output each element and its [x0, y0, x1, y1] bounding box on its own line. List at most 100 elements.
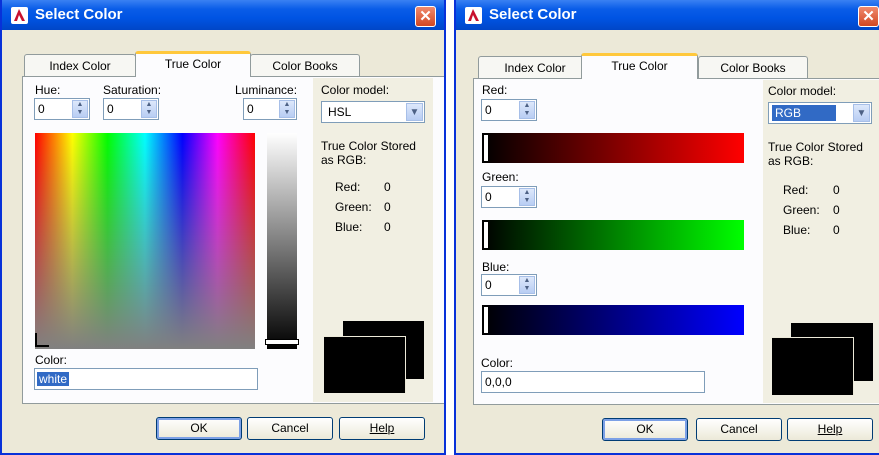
select-color-dialog-hsl: Select Color ✕ Index Color True Color Co…	[0, 0, 446, 455]
spin-arrows-icon[interactable]: ▲ ▼	[519, 188, 535, 206]
blue-slider[interactable]	[482, 305, 744, 335]
tab-color-books[interactable]: Color Books	[250, 54, 360, 76]
tab-label: Color Books	[272, 59, 338, 73]
cancel-button[interactable]: Cancel	[696, 418, 782, 441]
close-icon: ✕	[419, 8, 432, 25]
help-button[interactable]: Help	[339, 417, 425, 440]
info-red-label: Red:	[783, 183, 809, 197]
ok-label: OK	[190, 421, 208, 435]
tab-label: Index Color	[49, 59, 111, 73]
blue-spinner[interactable]: 0 ▲ ▼	[481, 274, 537, 296]
ok-button[interactable]: OK	[602, 418, 688, 441]
luminance-value: 0	[247, 102, 254, 116]
spin-arrows-icon[interactable]: ▲ ▼	[519, 101, 535, 119]
red-label: Red:	[335, 180, 361, 194]
green-slider-handle[interactable]	[483, 221, 489, 249]
title-bar[interactable]: Select Color ✕	[2, 0, 444, 30]
cancel-button[interactable]: Cancel	[247, 417, 333, 440]
luminance-spinner[interactable]: 0 ▲ ▼	[243, 98, 297, 120]
color-value: 0,0,0	[485, 375, 512, 389]
ok-button[interactable]: OK	[156, 417, 242, 440]
tab-index-color[interactable]: Index Color	[478, 56, 592, 78]
color-model-label: Color model:	[768, 84, 837, 98]
crosshair[interactable]	[35, 333, 49, 347]
color-field[interactable]: 0,0,0	[481, 371, 705, 393]
info-green-value: 0	[833, 203, 840, 217]
tab-color-books[interactable]: Color Books	[698, 56, 808, 78]
luminance-slider-handle[interactable]	[265, 339, 299, 345]
info-green-label: Green:	[783, 203, 820, 217]
tab-index-color[interactable]: Index Color	[24, 54, 136, 76]
ok-label: OK	[636, 422, 654, 436]
color-label: Color:	[35, 353, 68, 367]
spin-arrows-icon[interactable]: ▲ ▼	[72, 100, 88, 118]
help-label: Help	[369, 421, 395, 435]
red-label: Red:	[482, 83, 508, 97]
tab-true-color[interactable]: True Color	[135, 51, 251, 77]
color-label: Color:	[481, 356, 514, 370]
spin-arrows-icon[interactable]: ▲ ▼	[279, 100, 295, 118]
color-model-select[interactable]: RGB ▼	[768, 102, 872, 124]
saturation-spinner[interactable]: 0 ▲ ▼	[103, 98, 159, 120]
info-blue-label: Blue:	[783, 223, 811, 237]
cancel-label: Cancel	[720, 422, 758, 436]
luminance-label: Luminance:	[235, 83, 298, 97]
blue-value: 0	[384, 220, 391, 234]
blue-label: Blue:	[335, 220, 363, 234]
red-value: 0	[485, 103, 492, 117]
red-value: 0	[384, 180, 391, 194]
blue-label: Blue:	[482, 260, 510, 274]
title-bar[interactable]: Select Color ✕	[456, 0, 879, 30]
green-value: 0	[384, 200, 391, 214]
blue-value: 0	[485, 278, 492, 292]
green-value: 0	[485, 190, 492, 204]
spin-arrows-icon[interactable]: ▲ ▼	[141, 100, 157, 118]
info-blue-value: 0	[833, 223, 840, 237]
luminance-slider[interactable]	[267, 133, 297, 349]
tab-label: True Color	[164, 57, 222, 71]
true-color-panel: Red: 0 ▲ ▼ Green: 0 ▲ ▼ Blue: 0 ▲ ▼ Color: …	[473, 78, 879, 405]
tab-label: Index Color	[504, 61, 566, 75]
help-label: Help	[817, 422, 843, 436]
tab-label: Color Books	[720, 61, 786, 75]
autocad-icon	[11, 7, 28, 24]
dialog-title: Select Color	[489, 6, 577, 23]
saturation-label: Saturation:	[103, 83, 162, 97]
stored-as-rgb-label: True Color Stored as RGB:	[321, 139, 416, 167]
color-value: white	[37, 372, 70, 386]
spin-arrows-icon[interactable]: ▲ ▼	[519, 276, 535, 294]
current-color-swatch	[324, 336, 406, 393]
dialog-title: Select Color	[35, 6, 123, 23]
help-button[interactable]: Help	[787, 418, 873, 441]
chevron-down-icon[interactable]: ▼	[406, 103, 423, 121]
hue-spinner[interactable]: 0 ▲ ▼	[34, 98, 90, 120]
stored-as-rgb-label: True Color Stored as RGB:	[768, 140, 863, 168]
info-red-value: 0	[833, 183, 840, 197]
green-spinner[interactable]: 0 ▲ ▼	[481, 186, 537, 208]
hue-label: Hue:	[35, 83, 61, 97]
saturation-value: 0	[107, 102, 114, 116]
hue-value: 0	[38, 102, 45, 116]
red-spinner[interactable]: 0 ▲ ▼	[481, 99, 537, 121]
green-label: Green:	[482, 170, 519, 184]
close-button[interactable]: ✕	[858, 6, 879, 27]
color-model-select[interactable]: HSL ▼	[321, 101, 425, 123]
color-field[interactable]: white	[34, 368, 258, 390]
blue-slider-handle[interactable]	[483, 306, 489, 334]
close-button[interactable]: ✕	[415, 6, 436, 27]
tab-label: True Color	[611, 59, 668, 73]
tab-true-color[interactable]: True Color	[581, 53, 698, 79]
green-label: Green:	[335, 200, 372, 214]
select-color-dialog-rgb: Select Color ✕ Index Color True Color Co…	[454, 0, 879, 455]
true-color-panel: Hue: 0 ▲ ▼ Saturation: 0 ▲ ▼ Luminance: 0 …	[22, 76, 444, 404]
hue-saturation-field[interactable]	[35, 133, 255, 349]
cancel-label: Cancel	[271, 421, 309, 435]
red-slider[interactable]	[482, 133, 744, 163]
autocad-icon	[465, 7, 482, 24]
red-slider-handle[interactable]	[483, 134, 489, 162]
chevron-down-icon[interactable]: ▼	[853, 104, 870, 122]
close-icon: ✕	[862, 8, 875, 25]
color-model-label: Color model:	[321, 83, 390, 97]
green-slider[interactable]	[482, 220, 744, 250]
current-color-swatch	[772, 337, 854, 395]
